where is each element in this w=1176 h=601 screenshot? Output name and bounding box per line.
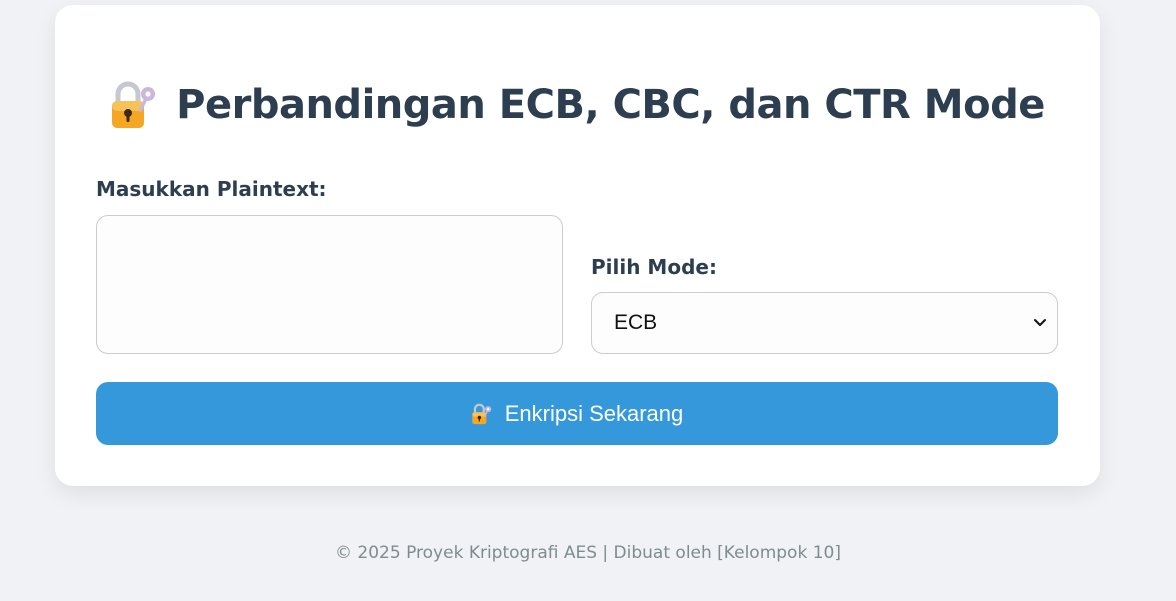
locked-with-key-icon — [112, 81, 156, 128]
plaintext-input[interactable] — [96, 215, 563, 354]
page-title: Perbandingan ECB, CBC, dan CTR Mode — [176, 82, 1045, 128]
mode-label: Pilih Mode: — [591, 255, 717, 279]
page-header: Perbandingan ECB, CBC, dan CTR Mode — [55, 80, 1100, 130]
plaintext-label: Masukkan Plaintext: — [96, 177, 327, 201]
locked-with-key-icon — [472, 403, 491, 424]
chevron-down-icon — [1034, 319, 1046, 326]
encrypt-button[interactable]: Enkripsi Sekarang — [96, 382, 1058, 445]
footer-text: © 2025 Proyek Kriptografi AES | Dibuat o… — [335, 543, 841, 563]
encrypt-button-label: Enkripsi Sekarang — [504, 400, 684, 426]
mode-select[interactable]: ECB — [591, 292, 1058, 354]
mode-select-value: ECB — [614, 311, 658, 334]
main-card: Perbandingan ECB, CBC, dan CTR Mode Masu… — [55, 5, 1100, 486]
